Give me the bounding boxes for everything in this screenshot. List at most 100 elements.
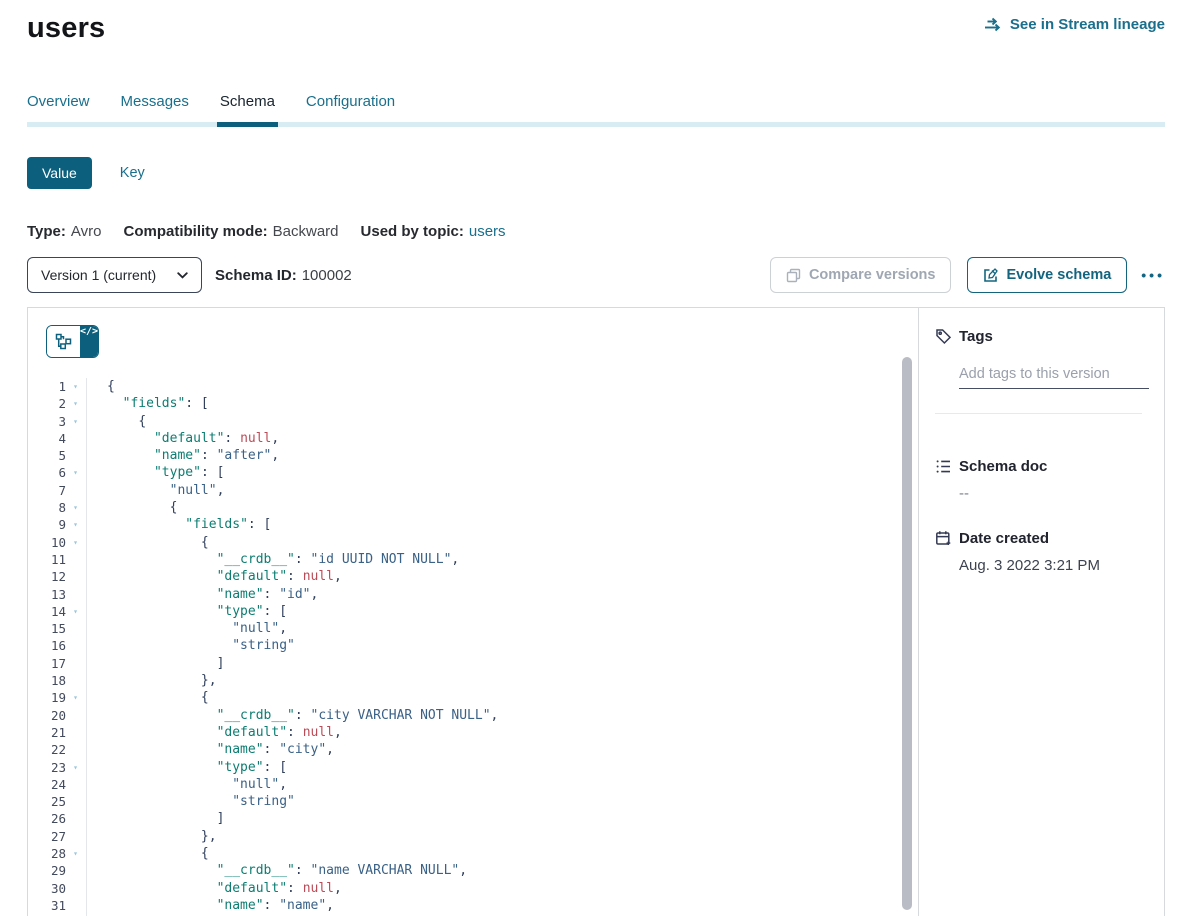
add-tags-input[interactable] xyxy=(959,364,1149,389)
code-text: "name": "after", xyxy=(87,447,279,464)
line-number: 12 xyxy=(28,568,66,585)
chevron-down-icon xyxy=(177,272,188,279)
fold-arrow-icon[interactable]: ▾ xyxy=(66,464,85,481)
key-toggle-link[interactable]: Key xyxy=(120,165,145,181)
date-created-value: Aug. 3 2022 3:21 PM xyxy=(959,557,1146,574)
code-text: "name": "id", xyxy=(87,586,318,603)
gutter: 26 xyxy=(28,810,87,827)
gutter: 30 xyxy=(28,880,87,897)
sidebar-divider xyxy=(935,413,1142,414)
line-number: 28 xyxy=(28,845,66,862)
fold-arrow-icon[interactable]: ▾ xyxy=(66,689,85,706)
fold-arrow-icon[interactable]: ▾ xyxy=(66,413,85,430)
more-actions-button[interactable]: ••• xyxy=(1141,267,1165,283)
schema-id-label: Schema ID: xyxy=(215,267,297,284)
tab-overview[interactable]: Overview xyxy=(27,93,90,122)
value-toggle-button[interactable]: Value xyxy=(27,157,92,189)
code-line: 20 "__crdb__": "city VARCHAR NOT NULL", xyxy=(28,707,918,724)
fold-arrow-icon[interactable]: ▾ xyxy=(66,603,85,620)
gutter: 10▾ xyxy=(28,534,87,551)
code-line: 24 "null", xyxy=(28,776,918,793)
version-select[interactable]: Version 1 (current) xyxy=(27,257,202,293)
tab-label: Overview xyxy=(27,93,90,110)
tab-messages[interactable]: Messages xyxy=(121,93,189,122)
gutter: 5 xyxy=(28,447,87,464)
fold-arrow-icon[interactable]: ▾ xyxy=(66,534,85,551)
compatibility-mode: Compatibility mode:Backward xyxy=(123,223,338,240)
line-number: 18 xyxy=(28,672,66,689)
compat-value: Backward xyxy=(273,223,339,240)
code-line: 23▾ "type": [ xyxy=(28,759,918,776)
code-line: 17 ] xyxy=(28,655,918,672)
tab-schema[interactable]: Schema xyxy=(220,93,275,122)
topic-link[interactable]: users xyxy=(469,223,506,240)
line-number: 21 xyxy=(28,724,66,741)
version-select-value: Version 1 (current) xyxy=(41,267,156,283)
code-text: "type": [ xyxy=(87,759,287,776)
code-editor: 1▾{2▾ "fields": [3▾ {4 "default": null,5… xyxy=(28,378,918,916)
tab-configuration[interactable]: Configuration xyxy=(306,93,395,122)
code-text: { xyxy=(87,378,115,395)
fold-arrow-icon[interactable]: ▾ xyxy=(66,845,85,862)
used-by-topic: Used by topic:users xyxy=(361,223,506,240)
code-text: "__crdb__": "name VARCHAR NULL", xyxy=(87,862,467,879)
tags-title: Tags xyxy=(959,328,993,345)
tree-view-icon[interactable] xyxy=(47,326,80,357)
code-text: "default": null, xyxy=(87,880,342,897)
line-number: 10 xyxy=(28,534,66,551)
tags-heading: Tags xyxy=(935,328,1146,345)
stream-lineage-link[interactable]: See in Stream lineage xyxy=(984,16,1165,33)
tab-label: Messages xyxy=(121,93,189,110)
tab-label: Schema xyxy=(220,93,275,110)
editor-view-toggle: </> xyxy=(46,325,99,358)
fold-arrow-icon[interactable]: ▾ xyxy=(66,516,85,533)
code-line: 3▾ { xyxy=(28,413,918,430)
gutter: 3▾ xyxy=(28,413,87,430)
line-number: 22 xyxy=(28,741,66,758)
tag-icon xyxy=(935,328,952,345)
gutter: 19▾ xyxy=(28,689,87,706)
gutter: 29 xyxy=(28,862,87,879)
fold-arrow-icon[interactable]: ▾ xyxy=(66,499,85,516)
schema-doc-value: -- xyxy=(959,485,1146,502)
gutter: 24 xyxy=(28,776,87,793)
code-line: 29 "__crdb__": "name VARCHAR NULL", xyxy=(28,862,918,879)
code-text: "default": null, xyxy=(87,568,342,585)
line-number: 3 xyxy=(28,413,66,430)
line-number: 1 xyxy=(28,378,66,395)
edit-icon xyxy=(983,268,998,283)
schema-id: Schema ID: 100002 xyxy=(215,267,352,284)
code-text: "null", xyxy=(87,776,287,793)
gutter: 22 xyxy=(28,741,87,758)
code-text: ] xyxy=(87,655,224,672)
stream-lineage-icon xyxy=(984,17,1003,32)
schema-id-value: 100002 xyxy=(302,267,352,284)
gutter: 20 xyxy=(28,707,87,724)
line-number: 14 xyxy=(28,603,66,620)
type-label: Type: xyxy=(27,223,66,240)
line-number: 23 xyxy=(28,759,66,776)
code-line: 21 "default": null, xyxy=(28,724,918,741)
fold-arrow-icon[interactable]: ▾ xyxy=(66,759,85,776)
vertical-scrollbar[interactable] xyxy=(902,357,912,910)
code-text: "name": "city", xyxy=(87,741,334,758)
fold-arrow-icon[interactable]: ▾ xyxy=(66,395,85,412)
code-text: "name": "name", xyxy=(87,897,334,914)
line-number: 25 xyxy=(28,793,66,810)
gutter: 15 xyxy=(28,620,87,637)
line-number: 11 xyxy=(28,551,66,568)
code-text: "fields": [ xyxy=(87,516,271,533)
code-view-icon[interactable]: </> xyxy=(80,326,98,357)
compare-versions-button[interactable]: Compare versions xyxy=(770,257,952,293)
page-title: users xyxy=(27,12,105,45)
line-number: 24 xyxy=(28,776,66,793)
evolve-schema-button[interactable]: Evolve schema xyxy=(967,257,1127,293)
gutter: 1▾ xyxy=(28,378,87,395)
code-text: "__crdb__": "city VARCHAR NOT NULL", xyxy=(87,707,498,724)
calendar-add-icon xyxy=(935,530,952,547)
code-line: 14▾ "type": [ xyxy=(28,603,918,620)
line-number: 2 xyxy=(28,395,66,412)
fold-arrow-icon[interactable]: ▾ xyxy=(66,378,85,395)
line-number: 15 xyxy=(28,620,66,637)
version-bar: Version 1 (current) Schema ID: 100002 Com… xyxy=(27,257,1165,293)
